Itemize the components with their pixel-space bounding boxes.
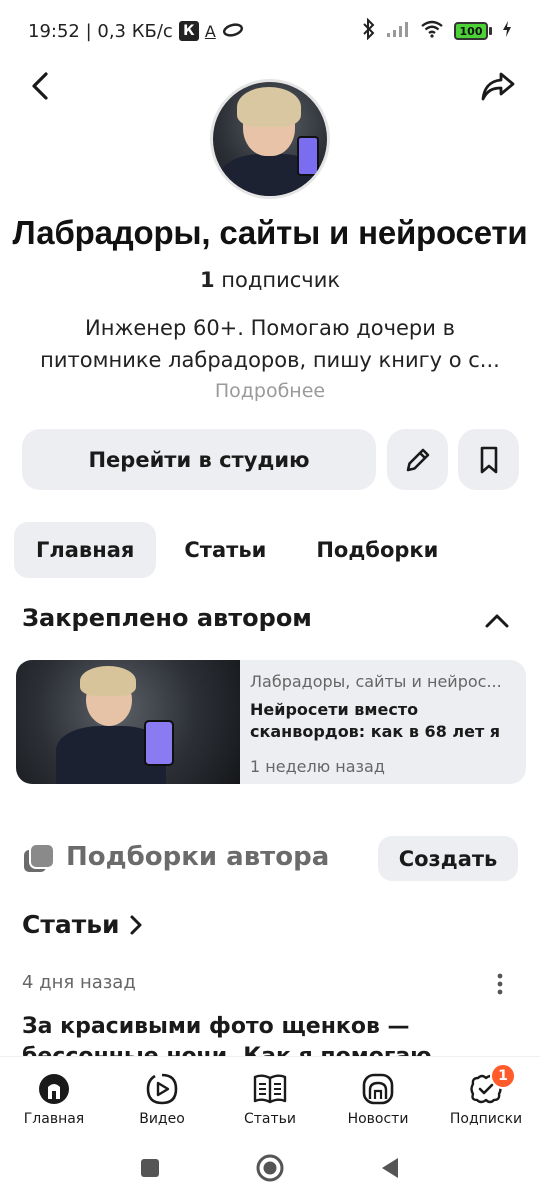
battery-icon: 100 — [454, 22, 492, 40]
collections-title: Подборки автора — [66, 842, 330, 872]
articles-icon — [252, 1071, 288, 1107]
channel-tabs: Главная Статьи Подборки — [14, 522, 460, 578]
pinned-section-title: Закреплено автором — [22, 604, 312, 632]
channel-title: Лабрадоры, сайты и нейросети — [12, 214, 528, 251]
article-menu-button[interactable] — [488, 970, 512, 998]
pinned-article-thumbnail — [16, 660, 240, 784]
chevron-left-icon — [32, 72, 48, 100]
bookmark-button[interactable] — [458, 429, 519, 490]
circle-icon — [256, 1154, 284, 1182]
article-date: 4 дня назад — [22, 972, 136, 993]
nav-video[interactable]: Видео — [108, 1057, 216, 1136]
subscribers-count[interactable]: 1 подписчик — [0, 268, 540, 292]
subscribers-label: подписчик — [214, 268, 341, 292]
triangle-back-icon — [382, 1158, 398, 1178]
k-badge-icon: К — [178, 21, 199, 41]
nav-subscriptions[interactable]: 1 Подписки — [432, 1057, 540, 1136]
home-icon — [36, 1071, 72, 1107]
edit-button[interactable] — [387, 429, 448, 490]
share-button[interactable] — [476, 66, 520, 106]
subscriptions-badge: 1 — [490, 1063, 516, 1089]
collections-icon — [22, 842, 56, 874]
tab-main[interactable]: Главная — [14, 522, 157, 578]
nav-articles[interactable]: Статьи — [216, 1057, 324, 1136]
square-icon — [141, 1159, 159, 1177]
more-vertical-icon — [497, 973, 503, 995]
subscribers-number: 1 — [199, 268, 215, 292]
channel-avatar[interactable] — [210, 79, 330, 199]
chevron-right-icon — [130, 915, 142, 934]
pinned-article-date: 1 неделю назад — [250, 757, 385, 776]
create-collection-button[interactable]: Создать — [378, 836, 518, 881]
chevron-up-icon — [485, 614, 509, 628]
bottom-navigation: Главная Видео Статьи Новости 1 Подписки — [0, 1056, 540, 1136]
system-navigation — [0, 1136, 540, 1200]
news-icon — [360, 1071, 396, 1107]
go-to-studio-button[interactable]: Перейти в студию — [22, 429, 376, 490]
nav-news-label: Новости — [347, 1111, 409, 1127]
nav-video-label: Видео — [139, 1111, 185, 1127]
nav-articles-label: Статьи — [243, 1111, 296, 1127]
channel-description: Инженер 60+. Помогаю дочери в питомнике … — [40, 316, 500, 372]
recent-apps-button[interactable] — [132, 1150, 168, 1186]
tab-collections[interactable]: Подборки — [294, 522, 460, 578]
nav-news[interactable]: Новости — [324, 1057, 432, 1136]
nav-home[interactable]: Главная — [0, 1057, 108, 1136]
pinned-article-channel: Лабрадоры, сайты и нейрос... — [250, 672, 502, 691]
tab-articles[interactable]: Статьи — [162, 522, 288, 578]
video-icon — [144, 1071, 180, 1107]
nav-subscriptions-label: Подписки — [449, 1111, 523, 1127]
wifi-icon — [420, 20, 444, 43]
ring-icon — [222, 21, 244, 42]
share-icon — [481, 72, 515, 101]
status-time: 19:52 | 0,3 КБ/с — [28, 20, 173, 42]
a-icon: A — [204, 21, 216, 41]
back-system-button[interactable] — [372, 1150, 408, 1186]
bookmark-icon — [480, 446, 497, 473]
signal-icon — [386, 20, 410, 43]
articles-section-title: Статьи — [22, 910, 120, 939]
bluetooth-icon — [362, 17, 376, 45]
battery-level: 100 — [454, 22, 488, 40]
back-button[interactable] — [20, 66, 60, 106]
articles-section-link[interactable]: Статьи — [22, 910, 144, 939]
article-title[interactable]: За красивыми фото щенков — бессонные ноч… — [22, 1012, 522, 1060]
nav-home-label: Главная — [23, 1111, 85, 1127]
status-bar: 19:52 | 0,3 КБ/с К A 100 — [0, 0, 540, 62]
charging-icon — [502, 20, 512, 43]
pinned-article-card[interactable]: Лабрадоры, сайты и нейрос... Нейросети в… — [16, 660, 526, 784]
collapse-button[interactable] — [482, 606, 512, 636]
more-link[interactable]: Подробнее — [0, 380, 540, 402]
home-system-button[interactable] — [252, 1150, 288, 1186]
pencil-icon — [406, 448, 429, 471]
pinned-article-title: Нейросети вместо сканвордов: как в 68 ле… — [250, 700, 501, 741]
